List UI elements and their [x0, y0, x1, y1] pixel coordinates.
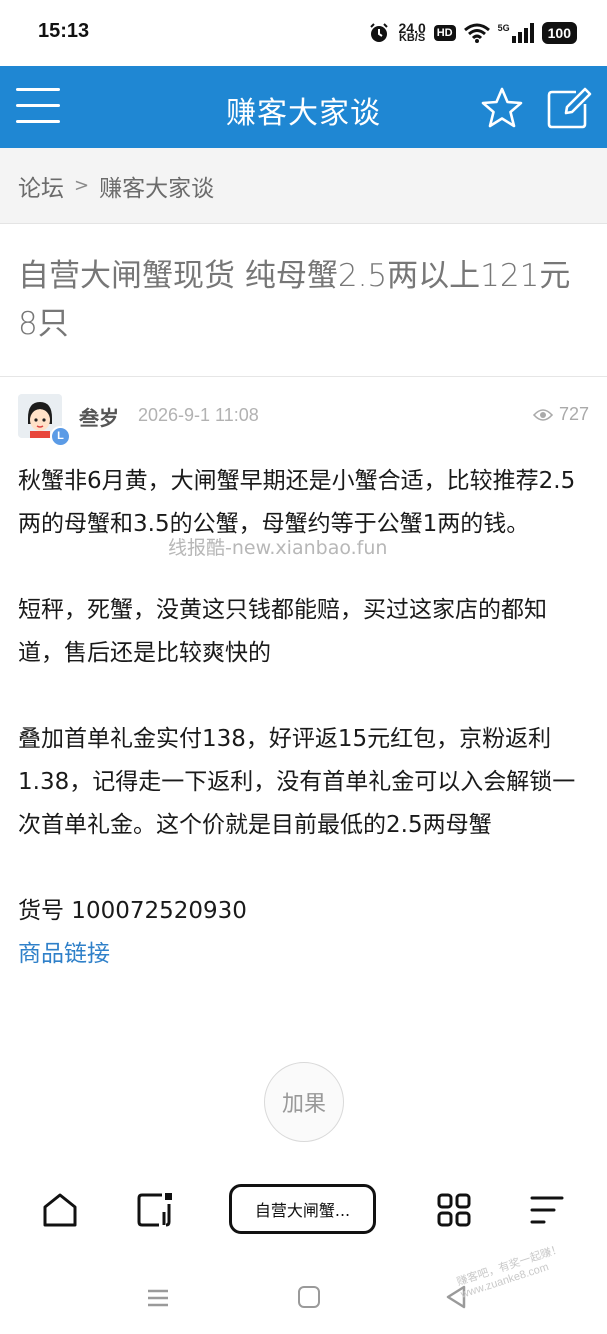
post-date: 2026-9-1 11:08	[138, 405, 259, 425]
signal-bars-icon	[511, 23, 534, 43]
divider	[0, 376, 607, 377]
breadcrumb-board-link[interactable]: 赚客大家谈	[99, 169, 214, 203]
sku-line: 货号 100072520930	[18, 898, 247, 924]
signal-group: 5G	[498, 23, 534, 43]
breadcrumb: 论坛 > 赚客大家谈	[0, 148, 607, 224]
watermark-text: 线报酷-new.xianbao.fun	[168, 537, 388, 559]
breadcrumb-separator: >	[74, 175, 90, 196]
view-count-value: 727	[558, 404, 589, 424]
eye-icon	[532, 408, 553, 421]
grid-icon[interactable]	[434, 1190, 474, 1230]
wifi-icon	[463, 23, 490, 43]
level-badge: L	[50, 426, 71, 447]
status-icons: 24.0 KB/S HD 5G 100	[368, 18, 577, 48]
system-home-icon[interactable]	[298, 1286, 320, 1308]
current-tab-button[interactable]: 自营大闸蟹...	[229, 1184, 376, 1234]
network-speed-unit: KB/S	[398, 32, 426, 44]
battery-indicator: 100	[541, 22, 577, 44]
bottom-navigation: 自营大闸蟹...	[0, 1160, 607, 1258]
app-bar: 赚客大家谈	[0, 66, 607, 148]
alarm-icon	[370, 23, 389, 42]
window-icon[interactable]	[134, 1190, 174, 1230]
breadcrumb-forum-link[interactable]: 论坛	[18, 169, 64, 203]
edit-icon[interactable]	[546, 86, 592, 130]
post-paragraph: 叠加首单礼金实付138，好评返15元红包，京粉返利1.38，记得走一下返利，没有…	[18, 726, 576, 838]
author-name[interactable]: 叁岁	[79, 402, 119, 431]
recent-apps-icon[interactable]	[146, 1288, 170, 1308]
product-link[interactable]: 商品链接	[18, 933, 590, 976]
plus-fruit-button[interactable]: 加果	[264, 1062, 344, 1142]
status-bar: 15:13 24.0 KB/S HD 5G 100	[0, 0, 607, 66]
menu-lines-icon[interactable]	[528, 1190, 568, 1230]
signal-label: 5G	[497, 23, 510, 33]
network-speed: 24.0 KB/S	[398, 21, 426, 44]
status-time: 15:13	[38, 20, 90, 42]
hd-badge: HD	[433, 25, 456, 41]
star-icon[interactable]	[480, 86, 524, 130]
view-count: 727	[532, 404, 589, 425]
post-title: 自营大闸蟹现货 纯母蟹2.5两以上121元 8只	[18, 258, 571, 342]
post-paragraph: 短秤，死蟹，没黄这只钱都能赔，买过这家店的都知道，售后还是比较爽快的	[18, 597, 547, 666]
home-icon[interactable]	[40, 1190, 80, 1230]
